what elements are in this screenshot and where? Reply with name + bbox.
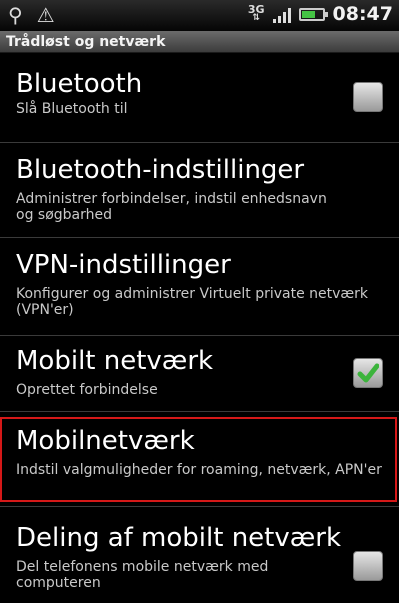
item-subtitle: Oprettet forbindelse bbox=[16, 382, 158, 398]
status-bar: ⚲ ⚠ 3G ⇅ 08:47 bbox=[0, 0, 399, 32]
network-type-indicator: 3G ⇅ bbox=[247, 3, 265, 23]
list-item-vpn-settings[interactable]: VPN-indstillinger Konfigurer og administ… bbox=[0, 238, 399, 335]
list-item-mobile-networks[interactable]: Mobilnetværk Indstil valgmuligheder for … bbox=[0, 412, 399, 506]
warning-icon: ⚠ bbox=[36, 3, 55, 27]
item-subtitle: Administrer forbindelser, indstil enheds… bbox=[16, 191, 327, 223]
tethering-checkbox[interactable] bbox=[353, 551, 383, 581]
item-title: Bluetooth bbox=[16, 69, 143, 99]
item-subtitle: Indstil valgmuligheder for roaming, netv… bbox=[16, 462, 382, 478]
item-subtitle: Del telefonens mobile netværk med comput… bbox=[16, 559, 269, 591]
list-item-tethering[interactable]: Deling af mobilt netværk Del telefonens … bbox=[0, 507, 399, 603]
mobile-network-checkbox[interactable] bbox=[353, 358, 383, 388]
list-item-bluetooth[interactable]: Bluetooth Slå Bluetooth til bbox=[0, 49, 399, 123]
item-title: Deling af mobilt netværk bbox=[16, 523, 342, 553]
item-title: Mobilt netværk bbox=[16, 346, 214, 376]
item-title: VPN-indstillinger bbox=[16, 250, 231, 280]
usb-icon: ⚲ bbox=[8, 3, 23, 27]
item-subtitle: Konfigurer og administrer Virtuelt priva… bbox=[16, 286, 369, 318]
item-title: Bluetooth-indstillinger bbox=[16, 155, 305, 185]
list-item-mobile-network[interactable]: Mobilt netværk Oprettet forbindelse bbox=[0, 336, 399, 411]
signal-strength-icon bbox=[272, 5, 291, 23]
checkmark-icon bbox=[357, 363, 379, 383]
list-item-bluetooth-settings[interactable]: Bluetooth-indstillinger Administrer forb… bbox=[0, 143, 399, 238]
item-title: Mobilnetværk bbox=[16, 426, 195, 456]
clock: 08:47 bbox=[332, 3, 393, 25]
battery-level-fill bbox=[301, 10, 316, 18]
item-subtitle: Slå Bluetooth til bbox=[16, 101, 128, 117]
bluetooth-checkbox[interactable] bbox=[353, 82, 383, 112]
battery-icon bbox=[298, 7, 328, 21]
